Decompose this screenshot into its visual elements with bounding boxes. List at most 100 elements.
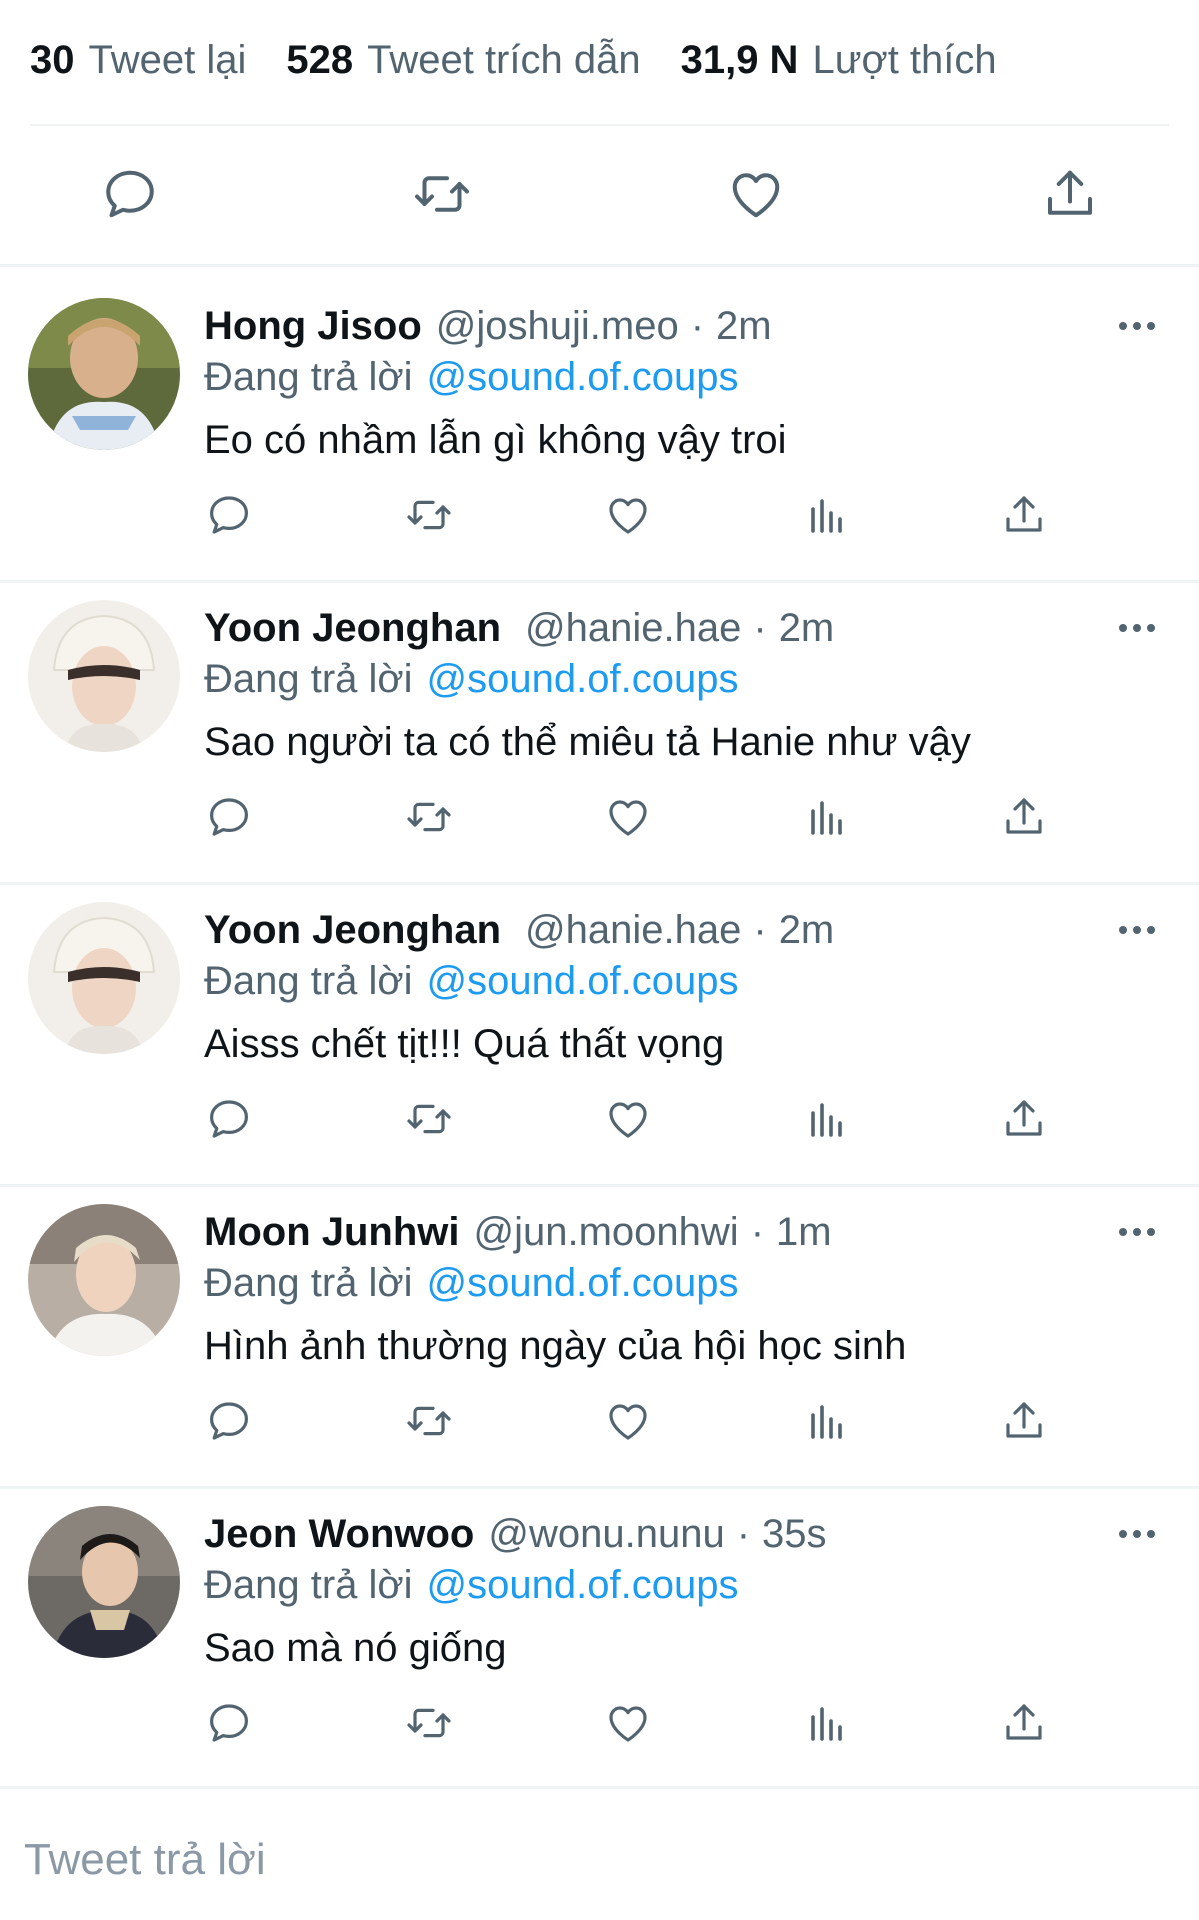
retweet-icon [407,500,451,530]
reply-icon [210,1704,248,1742]
analytics-icon [811,801,842,835]
author-name[interactable]: Moon Junhwi [204,1210,460,1255]
avatar[interactable] [28,1506,180,1658]
reply-header: Hong Jisoo @joshuji.meo · 2m [204,300,772,352]
like-button[interactable] [601,488,655,542]
analytics-button[interactable] [800,1394,854,1448]
author-handle[interactable]: @hanie.hae [525,606,741,651]
analytics-button[interactable] [800,790,854,844]
share-button[interactable] [1038,162,1102,226]
timestamp: 2m [716,303,772,348]
author-handle[interactable]: @jun.moonhwi [474,1210,739,1255]
retweets-count: 30 [30,37,75,82]
retweet-icon [415,176,469,212]
like-button[interactable] [601,1696,655,1750]
retweet-button[interactable] [402,1092,456,1146]
like-button[interactable] [724,162,788,226]
more-options-button[interactable] [1105,1208,1169,1256]
reply-icon [210,1402,248,1440]
reply-text: Sao người ta có thể miêu tả Hanie như vậ… [204,719,971,764]
reply-button[interactable] [202,1394,256,1448]
mention-link[interactable]: @sound.of.coups [427,1261,739,1306]
reply-action-bar [0,1390,1199,1450]
reply-composer [0,1790,1199,1920]
reply-header: Yoon Jeonghan @hanie.hae · 2m [204,602,834,654]
share-icon [1006,1100,1042,1136]
quotes-stat[interactable]: 528 Tweet trích dẫn [286,38,640,83]
reply-action-bar [0,484,1199,544]
replying-to: Đang trả lời @sound.of.coups [204,352,738,402]
quotes-label: Tweet trích dẫn [367,37,641,82]
retweet-button[interactable] [402,1394,456,1448]
like-icon [609,1706,647,1742]
more-options-button[interactable] [1105,1510,1169,1558]
mention-link[interactable]: @sound.of.coups [427,1563,739,1608]
reply-button[interactable] [98,162,162,226]
mention-link[interactable]: @sound.of.coups [427,959,739,1004]
retweet-button[interactable] [410,162,474,226]
avatar-image [28,298,180,450]
quotes-count: 528 [286,37,354,82]
reply-tweet[interactable]: Yoon Jeonghan @hanie.hae · 2m Đang trả l… [0,570,1199,868]
author-handle[interactable]: @hanie.hae [525,908,741,953]
reply-text: Hình ảnh thường ngày của hội học sinh [204,1323,907,1368]
reply-header: Moon Junhwi @jun.moonhwi · 1m [204,1206,832,1258]
share-button[interactable] [997,488,1051,542]
analytics-button[interactable] [800,1092,854,1146]
analytics-button[interactable] [800,1696,854,1750]
reply-button[interactable] [202,1696,256,1750]
reply-icon [210,798,248,836]
share-icon [1006,1402,1042,1438]
mention-link[interactable]: @sound.of.coups [427,657,739,702]
retweets-stat[interactable]: 30 Tweet lại [30,38,246,83]
share-icon [1006,798,1042,834]
retweet-button[interactable] [402,1696,456,1750]
analytics-icon [811,1707,842,1741]
avatar-image [28,1204,180,1356]
more-options-button[interactable] [1105,906,1169,954]
reply-tweet[interactable]: Moon Junhwi @jun.moonhwi · 1m Đang trả l… [0,1174,1199,1472]
reply-tweet[interactable]: Hong Jisoo @joshuji.meo · 2m Đang trả lờ… [0,268,1199,566]
share-icon [1006,1704,1042,1740]
reply-input[interactable] [24,1830,1124,1890]
more-options-button[interactable] [1105,604,1169,652]
avatar[interactable] [28,600,180,752]
reply-icon [106,170,154,218]
author-name[interactable]: Yoon Jeonghan [204,908,501,953]
like-button[interactable] [601,1394,655,1448]
author-name[interactable]: Yoon Jeonghan [204,606,501,651]
replying-label: Đang trả lời [204,1562,413,1607]
more-options-button[interactable] [1105,302,1169,350]
reply-button[interactable] [202,1092,256,1146]
author-handle[interactable]: @wonu.nunu [488,1512,724,1557]
reply-tweet[interactable]: Yoon Jeonghan @hanie.hae · 2m Đang trả l… [0,872,1199,1170]
like-icon [732,173,780,218]
like-icon [609,1102,647,1138]
share-button[interactable] [997,1394,1051,1448]
reply-tweet[interactable]: Jeon Wonwoo @wonu.nunu · 35s Đang trả lờ… [0,1476,1199,1774]
share-button[interactable] [997,1092,1051,1146]
separator-dot: · [750,1209,765,1254]
mention-link[interactable]: @sound.of.coups [427,355,739,400]
avatar[interactable] [28,1204,180,1356]
share-button[interactable] [997,1696,1051,1750]
author-name[interactable]: Jeon Wonwoo [204,1512,474,1557]
author-name[interactable]: Hong Jisoo [204,304,422,349]
retweet-button[interactable] [402,790,456,844]
reply-button[interactable] [202,790,256,844]
likes-stat[interactable]: 31,9 N Lượt thích [681,38,997,83]
likes-label: Lượt thích [812,37,997,82]
retweet-button[interactable] [402,488,456,542]
tweet-stats: 30 Tweet lại 528 Tweet trích dẫn 31,9 N … [30,30,1037,90]
avatar[interactable] [28,902,180,1054]
reply-button[interactable] [202,488,256,542]
like-button[interactable] [601,790,655,844]
analytics-button[interactable] [800,488,854,542]
share-button[interactable] [997,790,1051,844]
like-icon [609,1404,647,1440]
avatar[interactable] [28,298,180,450]
like-button[interactable] [601,1092,655,1146]
more-icon [1119,1228,1155,1236]
author-handle[interactable]: @joshuji.meo [436,304,679,349]
avatar-image [28,1506,180,1658]
